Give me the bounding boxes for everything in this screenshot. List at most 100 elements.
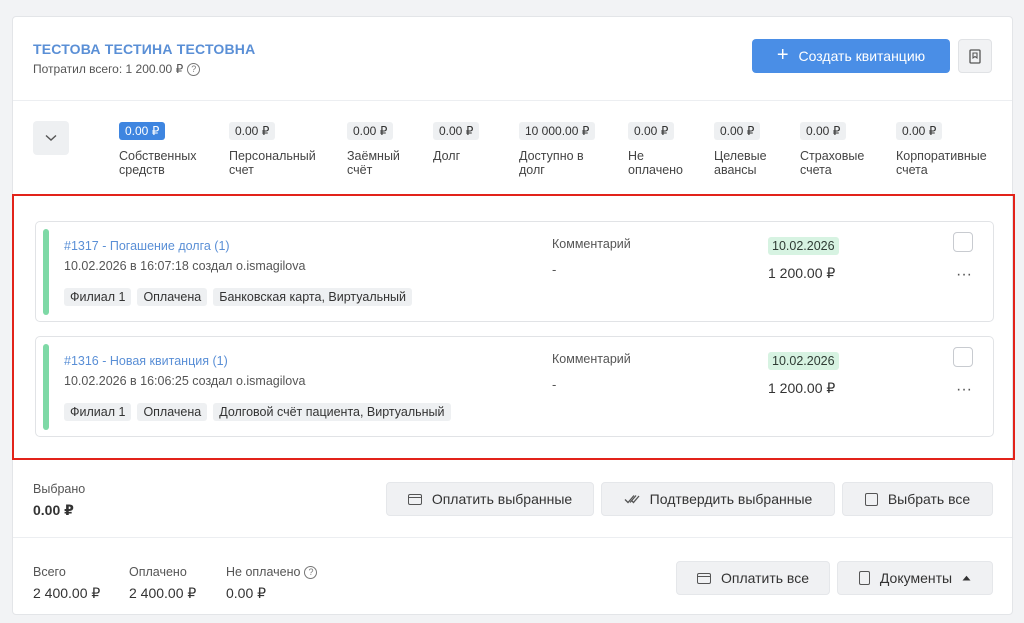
patient-header: ТЕСТОВА ТЕСТИНА ТЕСТОВНА Потратил всего:…: [13, 17, 1012, 101]
balance-unpaid: 0.00 ₽ Не оплачено: [628, 122, 698, 177]
status-stripe: [43, 229, 49, 315]
paid-value: 2 400.00 ₽: [129, 585, 197, 601]
balance-amount: 0.00 ₽: [896, 122, 943, 140]
receipt-meta: 10.02.2026 в 16:06:25 создал o.ismagilov…: [64, 374, 306, 388]
balance-amount: 0.00 ₽: [800, 122, 847, 140]
documents-dropdown-button[interactable]: Документы: [837, 561, 993, 595]
balance-label: Целевые авансы: [714, 149, 767, 177]
receipt-date-badge: 10.02.2026: [768, 352, 839, 370]
help-icon[interactable]: ?: [187, 62, 201, 76]
selected-summary: Выбрано 0.00 ₽: [33, 482, 85, 519]
create-receipt-label: Создать квитанцию: [798, 48, 926, 64]
balance-label: Долг: [433, 149, 461, 163]
help-icon[interactable]: ?: [304, 565, 318, 579]
spent-total-text: Потратил всего: 1 200.00 ₽: [33, 62, 184, 76]
checkbox-icon: [864, 492, 878, 506]
balance-personal-account: 0.00 ₽ Персональный счет: [229, 122, 329, 177]
document-icon: [858, 571, 870, 585]
balance-label: Доступно в долг: [519, 149, 584, 177]
chevron-down-icon: [45, 134, 57, 141]
paid-summary: Оплачено 2 400.00 ₽: [129, 565, 196, 602]
total-summary: Всего 2 400.00 ₽: [33, 565, 100, 602]
tag-branch: Филиал 1: [64, 288, 132, 306]
bookmark-icon: [969, 48, 981, 64]
balance-label: Персональный счет: [229, 149, 316, 177]
balance-amount: 10 000.00 ₽: [519, 122, 596, 140]
unpaid-label: Не оплачено: [226, 565, 301, 579]
totals-bar: Всего 2 400.00 ₽ Оплачено 2 400.00 ₽ Не …: [13, 539, 1012, 616]
total-label: Всего: [33, 565, 66, 579]
balance-corporate-accounts: 0.00 ₽ Корпоративные счета: [896, 122, 1001, 177]
receipt-title-link[interactable]: #1317 - Погашение долга (1): [64, 239, 230, 253]
comment-value: -: [552, 377, 557, 392]
plus-icon: +: [776, 44, 789, 66]
receipt-tags: Филиал 1 Оплачена Долговой счёт пациента…: [64, 403, 451, 421]
receipt-sum: 1 200.00 ₽: [768, 265, 836, 281]
tag-status: Оплачена: [137, 403, 208, 421]
double-check-icon: [624, 495, 640, 504]
balance-own-funds: 0.00 ₽ Собственных средств: [119, 122, 209, 177]
selection-bar: Выбрано 0.00 ₽ Оплатить выбранные Подтве…: [13, 460, 1012, 538]
balance-amount: 0.00 ₽: [347, 122, 394, 140]
balance-amount: 0.00 ₽: [229, 122, 276, 140]
receipt-tags: Филиал 1 Оплачена Банковская карта, Вирт…: [64, 288, 412, 306]
balance-available-credit: 10 000.00 ₽ Доступно в долг: [519, 122, 601, 177]
receipt-checkbox[interactable]: [953, 232, 973, 252]
receipt-card: #1317 - Погашение долга (1) 10.02.2026 в…: [35, 221, 994, 322]
balance-loan-account: 0.00 ₽ Заёмный счёт: [347, 122, 417, 177]
balance-label: Страховые счета: [800, 149, 865, 177]
receipts-list-highlight: #1317 - Погашение долга (1) 10.02.2026 в…: [12, 194, 1015, 460]
balance-amount: 0.00 ₽: [628, 122, 675, 140]
paid-label: Оплачено: [129, 565, 187, 579]
balances-bar: 0.00 ₽ Собственных средств 0.00 ₽ Персон…: [13, 101, 1012, 191]
pay-all-button[interactable]: Оплатить все: [676, 561, 830, 595]
balance-target-advances: 0.00 ₽ Целевые авансы: [714, 122, 784, 177]
tag-branch: Филиал 1: [64, 403, 132, 421]
status-stripe: [43, 344, 49, 430]
confirm-selected-button[interactable]: Подтвердить выбранные: [601, 482, 835, 516]
unpaid-summary: Не оплачено ? 0.00 ₽: [226, 565, 318, 602]
card-icon: [407, 493, 422, 505]
balance-amount: 0.00 ₽: [433, 122, 480, 140]
balance-label: Собственных средств: [119, 149, 197, 177]
balance-label: Корпоративные счета: [896, 149, 987, 177]
unpaid-value: 0.00 ₽: [226, 585, 267, 601]
expand-balances-button[interactable]: [33, 121, 69, 155]
tag-payment-method: Долговой счёт пациента, Виртуальный: [213, 403, 451, 421]
receipt-date-badge: 10.02.2026: [768, 237, 839, 255]
comment-label: Комментарий: [552, 237, 631, 251]
comment-value: -: [552, 262, 557, 277]
documents-label: Документы: [879, 570, 953, 586]
balance-label: Не оплачено: [628, 149, 684, 177]
pay-selected-button[interactable]: Оплатить выбранные: [386, 482, 594, 516]
receipt-meta: 10.02.2026 в 16:07:18 создал o.ismagilov…: [64, 259, 306, 273]
comment-label: Комментарий: [552, 352, 631, 366]
card-icon: [696, 572, 711, 584]
select-all-label: Выбрать все: [887, 491, 971, 507]
balance-debt: 0.00 ₽ Долг: [433, 122, 503, 163]
receipt-card: #1316 - Новая квитанция (1) 10.02.2026 в…: [35, 336, 994, 437]
spent-total: Потратил всего: 1 200.00 ₽ ?: [33, 62, 201, 76]
pay-selected-label: Оплатить выбранные: [431, 491, 573, 507]
patient-name[interactable]: ТЕСТОВА ТЕСТИНА ТЕСТОВНА: [33, 41, 255, 57]
pay-all-label: Оплатить все: [720, 570, 809, 586]
balance-label: Заёмный счёт: [347, 149, 400, 177]
balance-amount: 0.00 ₽: [714, 122, 761, 140]
bookmark-button[interactable]: [958, 39, 992, 73]
selected-label: Выбрано: [33, 482, 86, 496]
caret-up-icon: [962, 575, 971, 581]
more-options-icon[interactable]: ···: [956, 382, 972, 398]
create-receipt-button[interactable]: + Создать квитанцию: [752, 39, 950, 73]
select-all-button[interactable]: Выбрать все: [842, 482, 993, 516]
receipt-sum: 1 200.00 ₽: [768, 380, 836, 396]
balance-insurance-accounts: 0.00 ₽ Страховые счета: [800, 122, 880, 177]
unpaid-label-row: Не оплачено ?: [226, 565, 318, 579]
more-options-icon[interactable]: ···: [956, 267, 972, 283]
receipts-panel: ТЕСТОВА ТЕСТИНА ТЕСТОВНА Потратил всего:…: [12, 16, 1015, 616]
selected-value: 0.00 ₽: [33, 502, 74, 518]
tag-status: Оплачена: [137, 288, 208, 306]
receipt-checkbox[interactable]: [953, 347, 973, 367]
total-value: 2 400.00 ₽: [33, 585, 101, 601]
tag-payment-method: Банковская карта, Виртуальный: [213, 288, 412, 306]
receipt-title-link[interactable]: #1316 - Новая квитанция (1): [64, 354, 228, 368]
